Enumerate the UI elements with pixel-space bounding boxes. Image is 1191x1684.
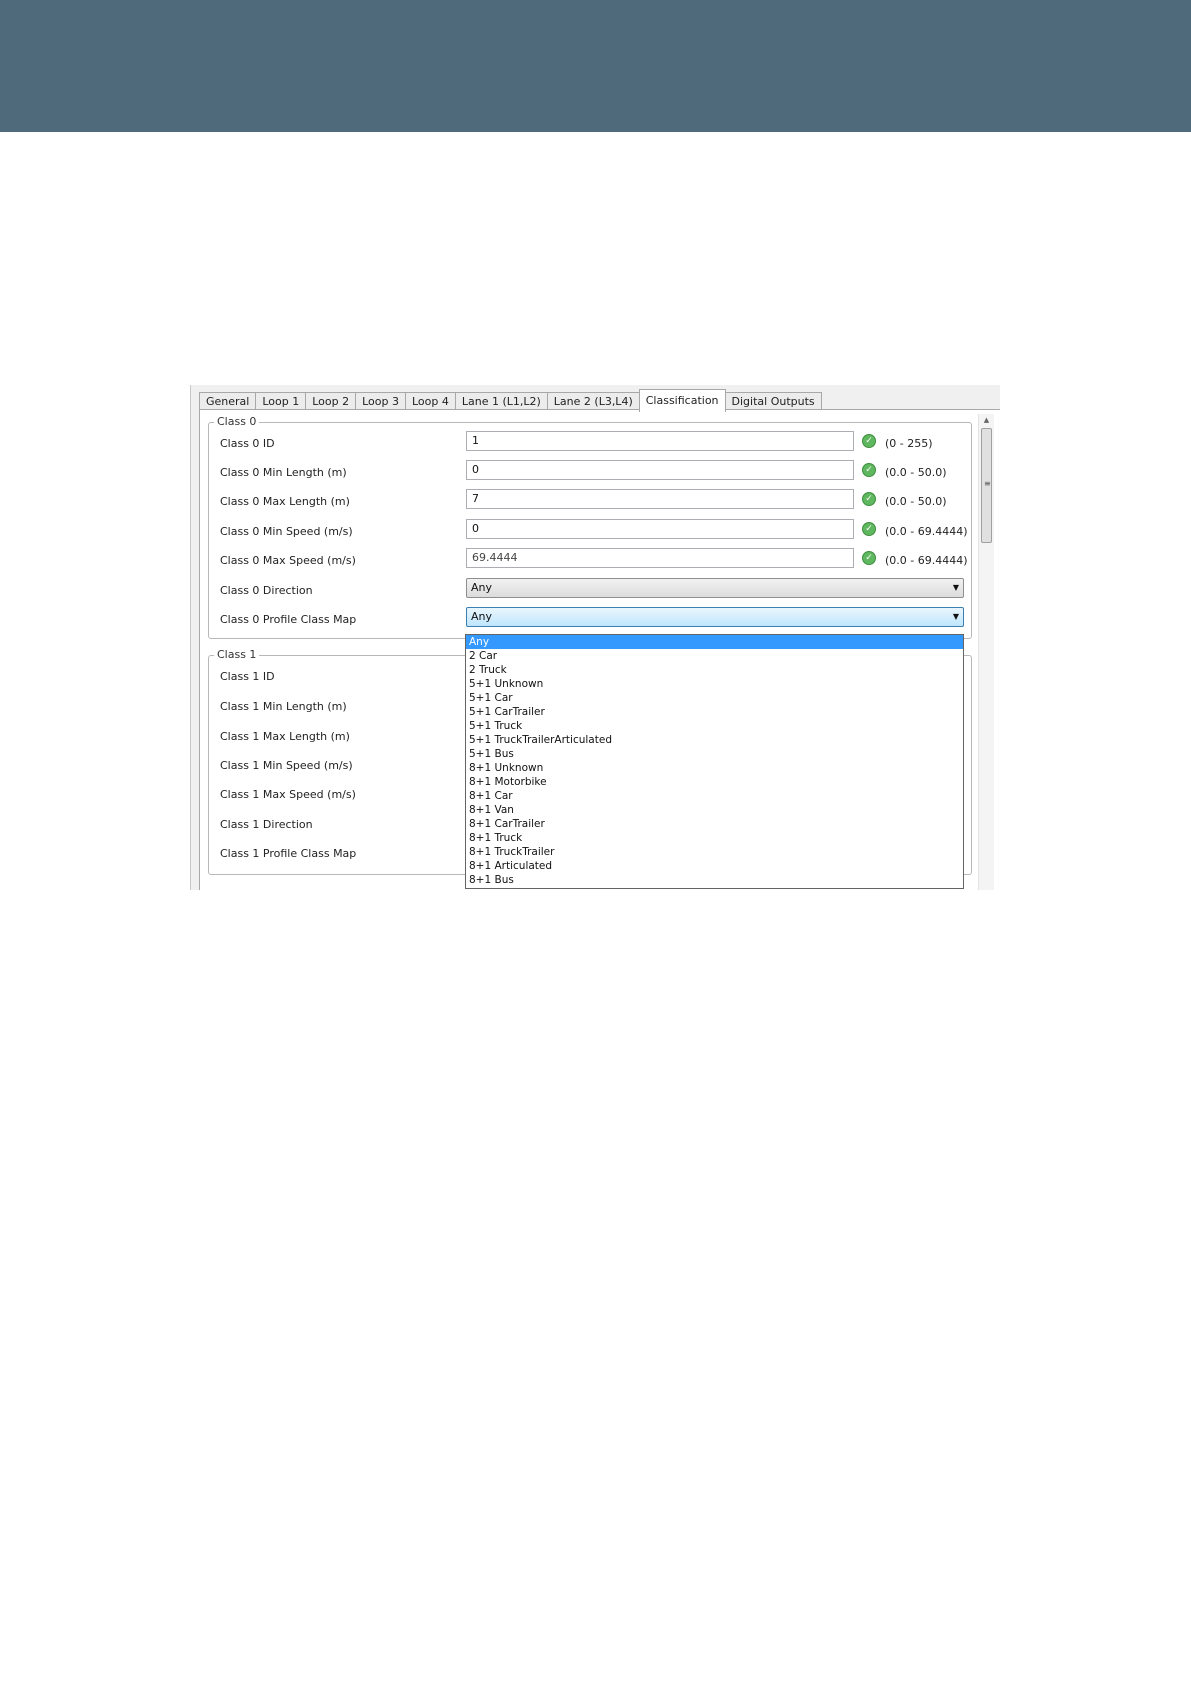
class-1-min-speed-label: Class 1 Min Speed (m/s) xyxy=(220,759,353,772)
vertical-scrollbar[interactable]: ▲ ≡ xyxy=(978,414,994,890)
dropdown-option[interactable]: 2 Car xyxy=(466,649,963,663)
dropdown-option[interactable]: 8+1 Truck xyxy=(466,831,963,845)
dropdown-option[interactable]: 5+1 Truck xyxy=(466,719,963,733)
dropdown-option[interactable]: 8+1 CarTrailer xyxy=(466,817,963,831)
dropdown-option[interactable]: 8+1 Car xyxy=(466,789,963,803)
group-title-class-1: Class 1 xyxy=(214,648,260,661)
class-0-max-length-label: Class 0 Max Length (m) xyxy=(220,495,350,508)
class-0-min-length-range: (0.0 - 50.0) xyxy=(885,466,947,479)
class-0-direction-select[interactable]: Any ▼ xyxy=(466,578,964,598)
class-0-max-speed-range: (0.0 - 69.4444) xyxy=(885,554,968,567)
class-0-profile-label: Class 0 Profile Class Map xyxy=(220,613,357,626)
dropdown-option[interactable]: 5+1 CarTrailer xyxy=(466,705,963,719)
class-0-max-length-range: (0.0 - 50.0) xyxy=(885,495,947,508)
dropdown-option[interactable]: Any xyxy=(466,635,963,649)
check-circle-icon: ✓ xyxy=(862,434,876,448)
class-0-id-label: Class 0 ID xyxy=(220,437,275,450)
dropdown-option[interactable]: 8+1 Motorbike xyxy=(466,775,963,789)
check-circle-icon: ✓ xyxy=(862,522,876,536)
class-0-profile-select[interactable]: Any ▼ xyxy=(466,607,964,627)
dropdown-option[interactable]: 5+1 Car xyxy=(466,691,963,705)
dropdown-option[interactable]: 2 Truck xyxy=(466,663,963,677)
grip-icon: ≡ xyxy=(984,479,991,488)
class-0-profile-value: Any xyxy=(471,610,493,623)
class-1-profile-label: Class 1 Profile Class Map xyxy=(220,847,357,860)
class-0-id-input[interactable]: 1 xyxy=(466,431,854,451)
scroll-thumb[interactable]: ≡ xyxy=(981,428,992,543)
dropdown-option[interactable]: 8+1 Van xyxy=(466,803,963,817)
class-0-min-speed-label: Class 0 Min Speed (m/s) xyxy=(220,525,353,538)
arrow-up-icon[interactable]: ▲ xyxy=(979,414,994,426)
check-circle-icon: ✓ xyxy=(862,492,876,506)
profile-class-dropdown-list: Any 2 Car 2 Truck 5+1 Unknown 5+1 Car 5+… xyxy=(465,634,964,889)
tab-classification[interactable]: Classification xyxy=(638,389,726,412)
class-0-min-length-input[interactable]: 0 xyxy=(466,460,854,480)
class-1-direction-label: Class 1 Direction xyxy=(220,818,313,831)
dropdown-option[interactable]: 5+1 Unknown xyxy=(466,677,963,691)
class-1-max-speed-label: Class 1 Max Speed (m/s) xyxy=(220,788,356,801)
class-0-direction-value: Any xyxy=(471,581,493,594)
dropdown-option[interactable]: 5+1 Bus xyxy=(466,747,963,761)
class-0-group: Class 0 Class 0 ID 1 ✓ (0 - 255) Class 0… xyxy=(208,415,972,639)
chevron-down-icon: ▼ xyxy=(952,612,959,621)
dropdown-option[interactable]: 8+1 Unknown xyxy=(466,761,963,775)
dropdown-option[interactable]: 8+1 TruckTrailer xyxy=(466,845,963,859)
tab-bar: General Loop 1 Loop 2 Loop 3 Loop 4 Lane… xyxy=(199,389,822,412)
class-0-direction-label: Class 0 Direction xyxy=(220,584,313,597)
class-0-max-speed-input[interactable]: 69.4444 xyxy=(466,548,854,568)
class-0-id-range: (0 - 255) xyxy=(885,437,933,450)
header-banner xyxy=(0,0,1191,132)
class-1-id-label: Class 1 ID xyxy=(220,670,275,683)
class-0-min-speed-range: (0.0 - 69.4444) xyxy=(885,525,968,538)
dropdown-option[interactable]: 5+1 TruckTrailerArticulated xyxy=(466,733,963,747)
dropdown-option[interactable]: 8+1 Bus xyxy=(466,873,963,887)
class-0-max-speed-label: Class 0 Max Speed (m/s) xyxy=(220,554,356,567)
dropdown-option[interactable]: 8+1 Articulated xyxy=(466,859,963,873)
class-0-min-speed-input[interactable]: 0 xyxy=(466,519,854,539)
class-1-max-length-label: Class 1 Max Length (m) xyxy=(220,730,350,743)
check-circle-icon: ✓ xyxy=(862,463,876,477)
group-title-class-0: Class 0 xyxy=(214,415,260,428)
class-0-min-length-label: Class 0 Min Length (m) xyxy=(220,466,347,479)
class-0-max-length-input[interactable]: 7 xyxy=(466,489,854,509)
chevron-down-icon: ▼ xyxy=(952,583,959,592)
check-circle-icon: ✓ xyxy=(862,551,876,565)
class-1-min-length-label: Class 1 Min Length (m) xyxy=(220,700,347,713)
